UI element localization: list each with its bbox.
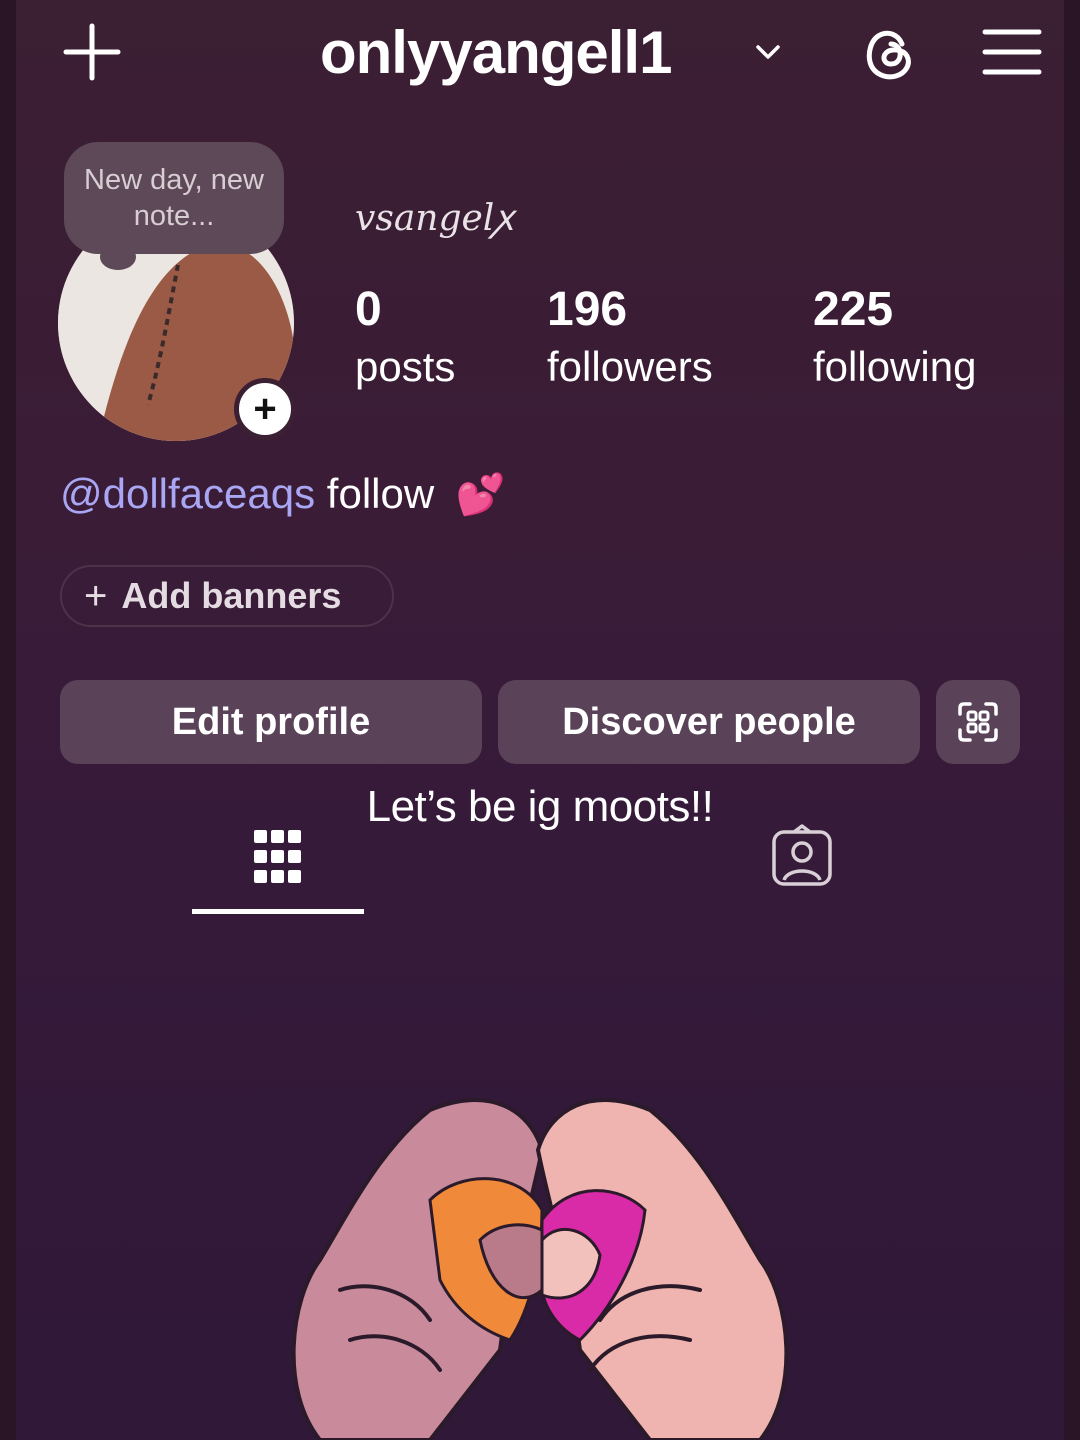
add-story-button[interactable]: + [234,378,296,440]
note-bubble[interactable]: New day, new note... [64,142,284,254]
top-bar: onlyyangell1 [0,0,1080,110]
stat-following-label: following [813,343,977,390]
stat-following-value: 225 [813,283,894,336]
username-title[interactable]: onlyyangell1 [320,18,672,87]
chevron-down-icon[interactable] [752,36,784,68]
stat-following[interactable]: 225 following [813,282,976,396]
display-name: vsangelꭗ [355,198,514,239]
active-tab-indicator [192,909,364,914]
qr-code-icon [958,702,998,742]
heart-hands-illustration [291,1098,789,1440]
stat-posts-label: posts [355,343,456,390]
grid-icon[interactable] [252,826,304,888]
add-banners-button[interactable]: + Add banners [60,565,394,627]
edit-profile-button[interactable]: Edit profile [60,680,482,764]
tagged-icon[interactable] [770,824,834,888]
bio-emoji: 💕 [455,473,506,517]
plus-icon[interactable] [62,22,122,82]
add-banners-label: Add banners [121,575,342,616]
menu-icon[interactable] [982,26,1042,78]
threads-icon[interactable] [858,22,922,86]
stat-posts-value: 0 [355,283,382,336]
qr-code-button[interactable] [936,680,1020,764]
add-banners-plus-icon: + [84,573,108,618]
video-caption: Let’s be ig moots!! [366,782,714,831]
right-edge [1064,0,1080,1440]
bio-mention-link[interactable]: @dollfaceaqs [60,470,315,517]
bio-text: follow [326,470,435,517]
discover-people-button[interactable]: Discover people [498,680,920,764]
stat-followers[interactable]: 196 followers [547,282,713,396]
stat-posts[interactable]: 0 posts [355,282,455,396]
bio: @dollfaceaqs follow 💕 [60,470,506,518]
left-edge [0,0,16,1440]
stat-followers-value: 196 [547,283,628,336]
stat-followers-label: followers [547,343,713,390]
